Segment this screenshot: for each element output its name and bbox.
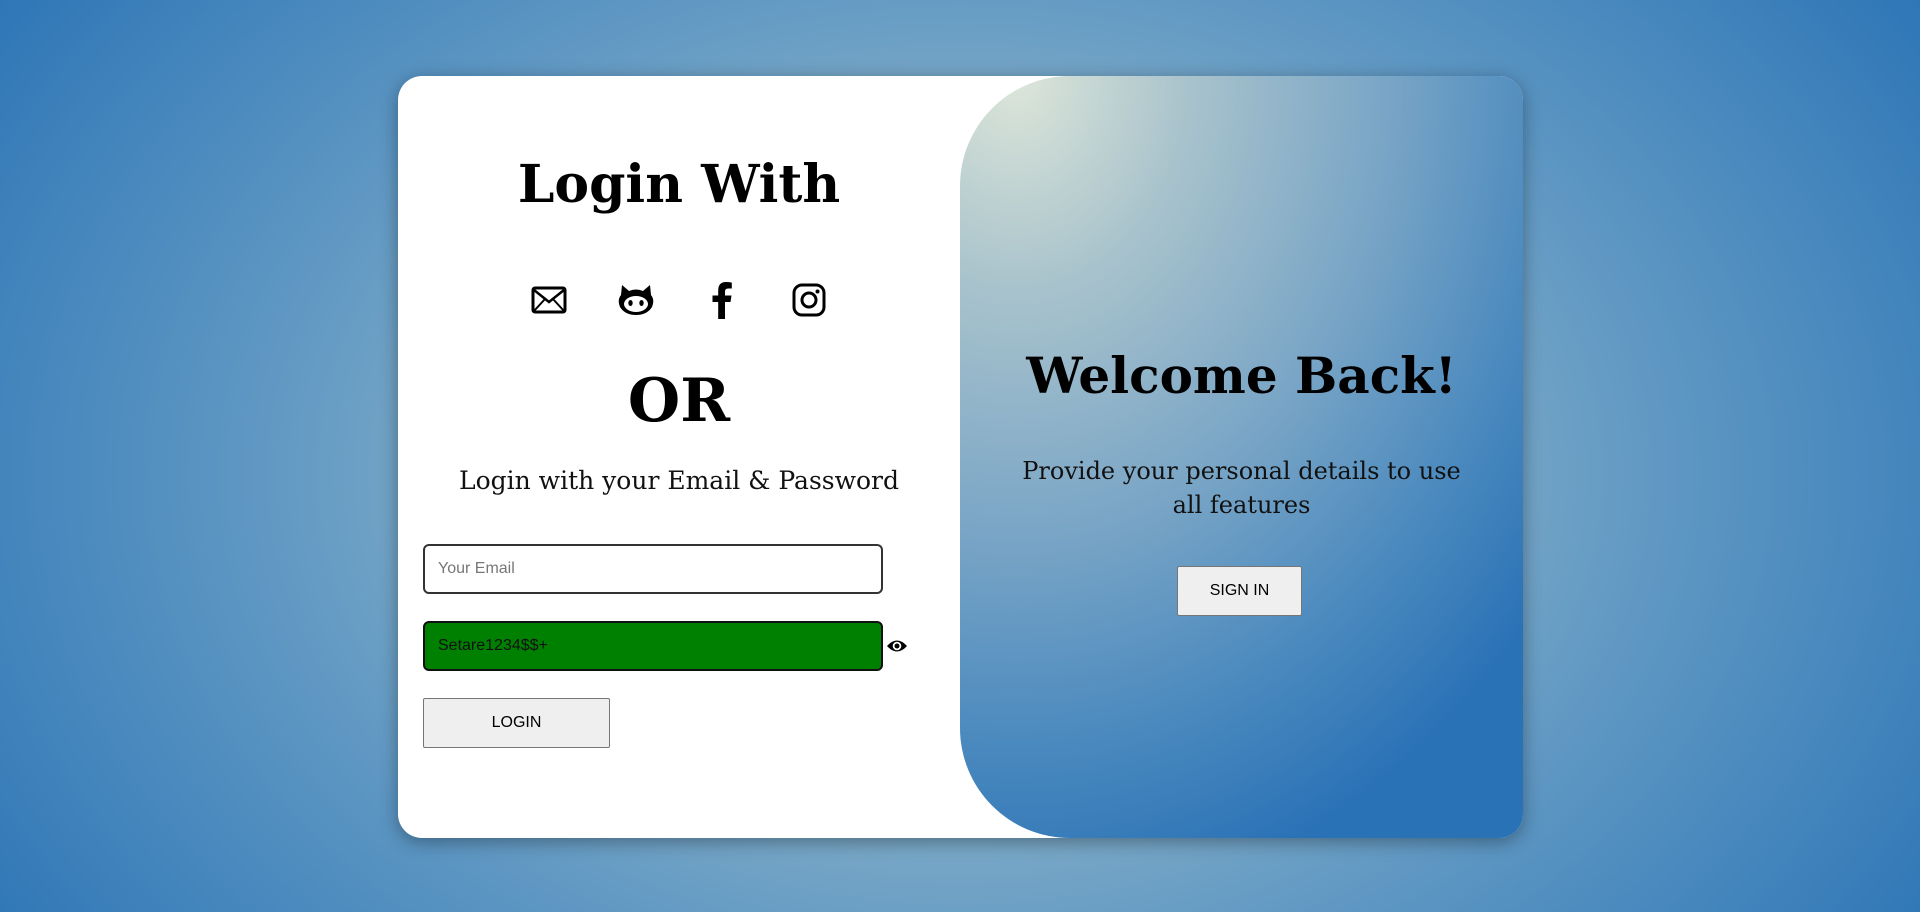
facebook-icon[interactable]: [700, 278, 744, 322]
login-subtitle: Login with your Email & Password: [458, 466, 900, 495]
login-button[interactable]: LOGIN: [423, 698, 610, 748]
instagram-icon[interactable]: [787, 278, 831, 322]
github-icon[interactable]: [614, 278, 658, 322]
email-input[interactable]: [423, 544, 883, 594]
login-panel: Login With OR Login with your Email & Pa…: [398, 76, 960, 838]
welcome-text: Provide your personal details to use all…: [1022, 457, 1461, 519]
login-card: Login With OR Login with your Email & Pa…: [398, 76, 1523, 838]
welcome-title: Welcome Back!: [1026, 346, 1457, 405]
sign-in-button[interactable]: SIGN IN: [1177, 566, 1302, 616]
welcome-panel: Welcome Back! Provide your personal deta…: [960, 76, 1523, 838]
social-login-row: [527, 278, 831, 322]
or-divider-text: OR: [627, 366, 731, 436]
password-input[interactable]: [423, 621, 883, 671]
eye-icon[interactable]: [886, 637, 908, 655]
mail-icon[interactable]: [527, 278, 571, 322]
login-title: Login With: [517, 154, 841, 215]
